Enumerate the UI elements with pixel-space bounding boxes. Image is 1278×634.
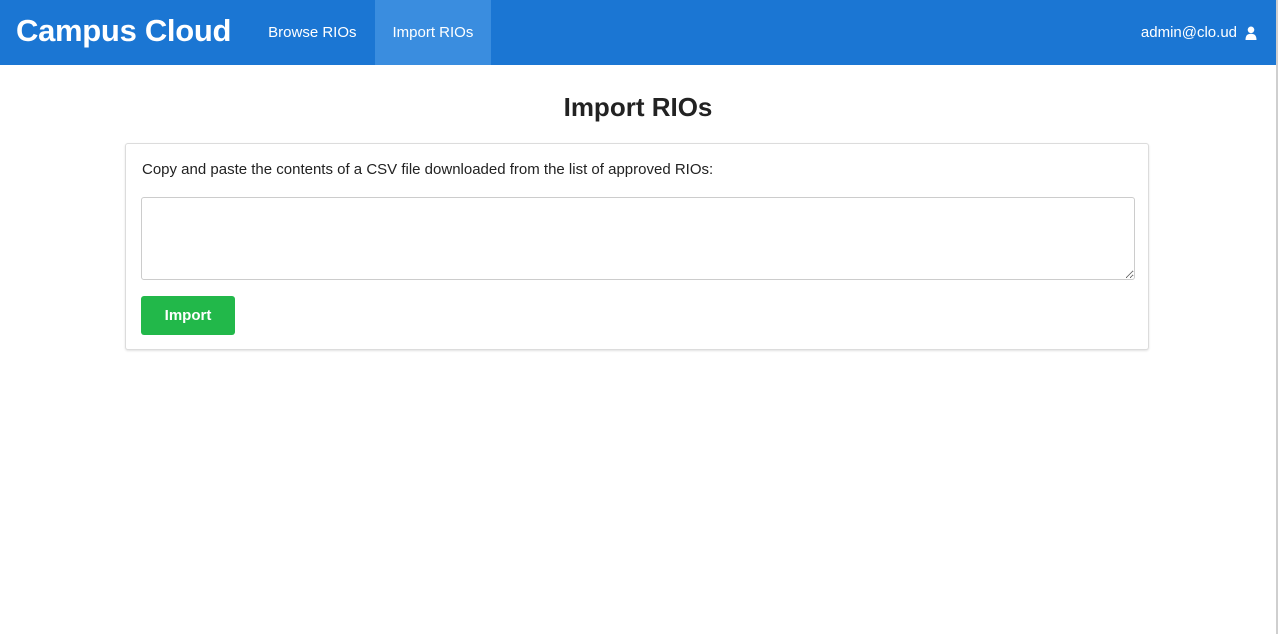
brand-logo[interactable]: Campus Cloud bbox=[0, 0, 250, 65]
page-title: Import RIOs bbox=[563, 92, 713, 122]
csv-input[interactable] bbox=[141, 197, 1135, 280]
user-email: admin@clo.ud bbox=[1140, 24, 1237, 41]
top-navbar: Campus Cloud Browse RIOs Import RIOs adm… bbox=[0, 0, 1276, 65]
import-button[interactable]: Import bbox=[141, 296, 235, 335]
user-menu[interactable]: admin@clo.ud bbox=[1141, 0, 1276, 65]
nav-link-import-rios[interactable]: Import RIOs bbox=[374, 0, 492, 65]
user-icon bbox=[1245, 26, 1257, 40]
import-instructions: Copy and paste the contents of a CSV fil… bbox=[142, 161, 714, 178]
nav-link-browse-rios[interactable]: Browse RIOs bbox=[250, 0, 374, 65]
import-panel: Copy and paste the contents of a CSV fil… bbox=[125, 143, 1149, 350]
